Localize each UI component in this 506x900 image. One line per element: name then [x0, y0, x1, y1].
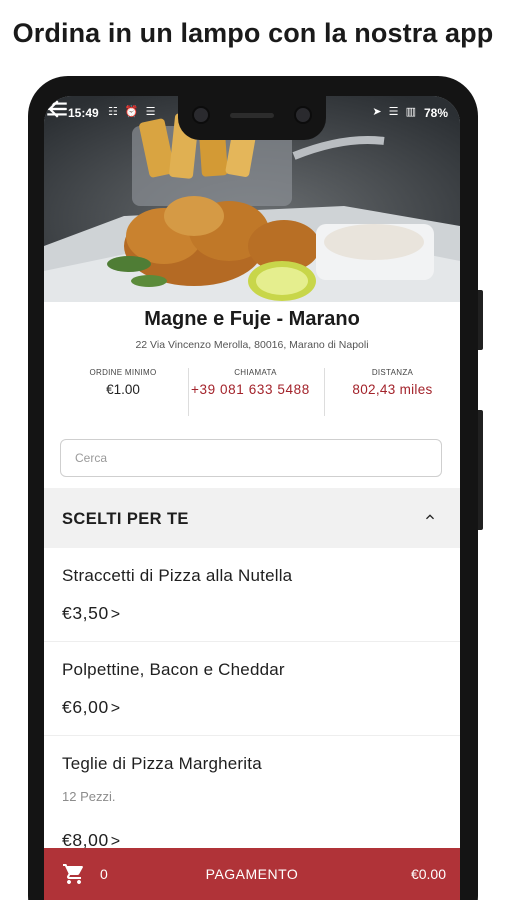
item-description: 12 Pezzi. — [62, 789, 116, 804]
call-stat[interactable]: CHIAMATA +39 081 633 5488 — [188, 368, 322, 416]
price-value: €8,00 — [62, 830, 109, 850]
status-time: 15:49 — [68, 106, 99, 120]
camera-notch — [178, 96, 326, 140]
status-signal-icons: ➤ ☰ ▥ — [372, 106, 418, 118]
price-value: €3,50 — [62, 603, 109, 623]
min-order-stat: ORDINE MINIMO €1.00 — [62, 368, 184, 416]
menu-item[interactable]: Polpettine, Bacon e Cheddar €6,00 > — [44, 642, 460, 736]
menu-item[interactable]: Straccetti di Pizza alla Nutella €3,50 > — [44, 548, 460, 642]
distance-label: DISTANZA — [371, 368, 414, 377]
cart-total: €0.00 — [410, 866, 446, 882]
restaurant-address: 22 Via Vincenzo Merolla, 80016, Marano d… — [135, 339, 369, 351]
battery-level: 78% — [423, 106, 448, 120]
front-camera-icon — [192, 106, 210, 124]
item-price: €6,00 > — [62, 697, 121, 718]
app-screen: 15:49 ☷ ⏰ ☰ ➤ ☰ ▥ 78% Magne e Fuje - Mar… — [44, 96, 460, 900]
phone-number-link[interactable]: +39 081 633 5488 — [189, 382, 322, 398]
restaurant-name: Magne e Fuje - Marano — [144, 308, 360, 330]
hero-image: 15:49 ☷ ⏰ ☰ ➤ ☰ ▥ 78% — [44, 96, 460, 302]
item-name: Polpettine, Bacon e Cheddar — [62, 660, 285, 679]
section-header-scelti[interactable]: SCELTI PER TE — [44, 488, 460, 548]
item-name: Teglie di Pizza Margherita — [62, 754, 262, 773]
chevron-right-icon: > — [110, 700, 121, 717]
status-notification-icons: ☷ ⏰ ☰ — [108, 106, 158, 118]
distance-value: 802,43 miles — [352, 382, 433, 397]
hamburger-menu-icon[interactable] — [44, 96, 70, 122]
call-label: CHIAMATA — [234, 368, 277, 377]
checkout-bar[interactable]: 0 PAGAMENTO €0.00 — [44, 848, 460, 900]
section-title: SCELTI PER TE — [62, 510, 189, 528]
item-price: €3,50 > — [62, 603, 121, 624]
price-value: €6,00 — [62, 697, 109, 717]
chevron-up-icon[interactable] — [422, 509, 438, 525]
search-input[interactable] — [60, 439, 442, 477]
min-order-label: ORDINE MINIMO — [89, 368, 157, 377]
distance-stat: DISTANZA 802,43 miles — [324, 368, 460, 416]
front-sensor-icon — [294, 106, 312, 124]
promo-title: Ordina in un lampo con la nostra app — [12, 18, 494, 48]
menu-item[interactable]: Teglie di Pizza Margherita 12 Pezzi. €8,… — [44, 736, 460, 856]
item-name: Straccetti di Pizza alla Nutella — [62, 566, 293, 585]
payment-button-label[interactable]: PAGAMENTO — [44, 866, 460, 882]
min-order-value: €1.00 — [106, 382, 140, 397]
restaurant-stats: ORDINE MINIMO €1.00 CHIAMATA +39 081 633… — [44, 368, 460, 418]
earpiece-speaker — [230, 113, 274, 118]
chevron-right-icon: > — [110, 606, 121, 623]
